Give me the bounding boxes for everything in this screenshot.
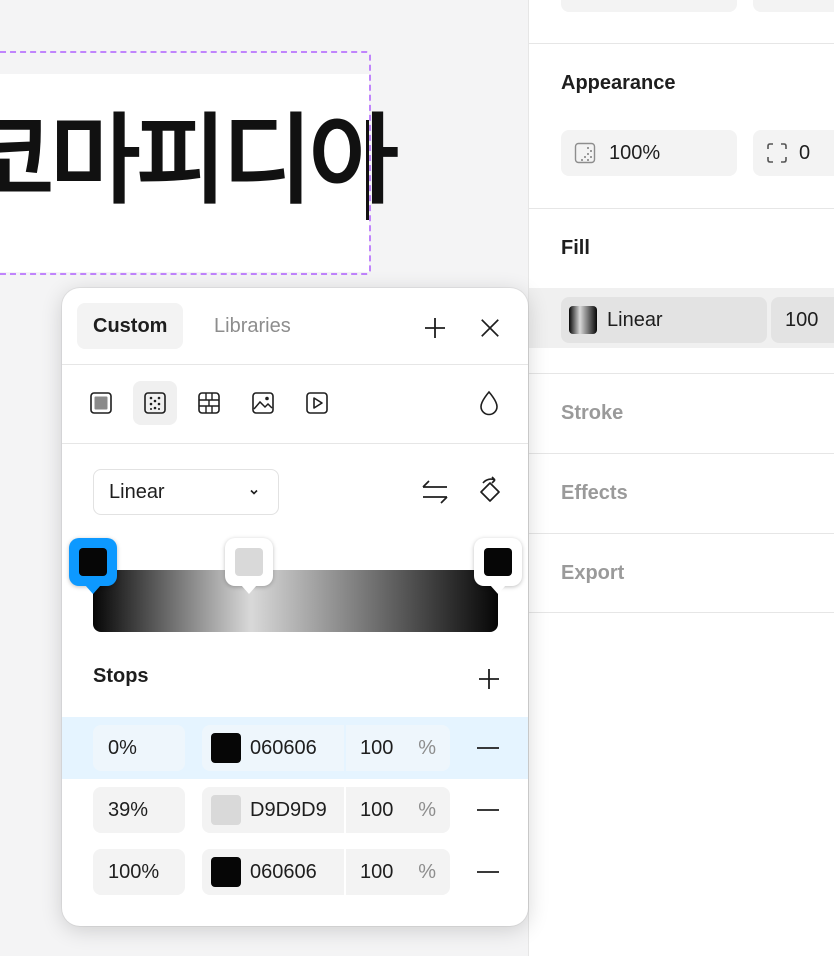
stop-handle-swatch	[484, 548, 512, 576]
effects-title[interactable]: Effects	[561, 482, 628, 505]
gradient-paint-icon	[144, 392, 166, 414]
stop-row[interactable]: 100% 060606 100 %	[62, 841, 528, 903]
add-stop-button[interactable]	[475, 665, 503, 693]
video-paint-icon	[306, 392, 328, 414]
corner-radius-field[interactable]: 0	[753, 130, 834, 176]
fill-gradient-swatch[interactable]	[569, 306, 597, 334]
gradient-preview-bar[interactable]	[93, 570, 498, 632]
fill-opacity-field[interactable]: 100	[771, 297, 834, 343]
close-popover-button[interactable]	[475, 313, 505, 343]
gradient-type-select[interactable]: Linear	[93, 469, 279, 515]
section-divider	[529, 208, 834, 209]
corner-radius-value: 0	[799, 141, 811, 164]
flip-gradient-button[interactable]	[417, 474, 453, 510]
add-style-button[interactable]	[420, 313, 450, 343]
fill-color-popover: Custom Libraries Linear Stops 0% 060606 …	[62, 288, 528, 926]
minus-icon[interactable]	[476, 737, 500, 759]
chevron-down-icon	[250, 489, 258, 495]
opacity-value: 100%	[609, 141, 661, 164]
stop-color-swatch[interactable]	[211, 795, 241, 825]
stop-hex-value: D9D9D9	[250, 798, 327, 821]
eyedropper-button[interactable]	[467, 381, 511, 425]
stop-color-field[interactable]: D9D9D9	[202, 787, 344, 833]
fill-opacity-value: 100	[785, 308, 819, 331]
opacity-field[interactable]: 100%	[561, 130, 737, 176]
stops-title: Stops	[93, 665, 149, 687]
percent-unit: %	[418, 860, 436, 883]
percent-unit: %	[418, 798, 436, 821]
stop-opacity-value: 100	[360, 860, 394, 883]
plus-icon	[479, 669, 499, 689]
canvas-text-layer[interactable]: 코마피디아	[0, 96, 399, 226]
paint-type-gradient[interactable]	[133, 381, 177, 425]
stop-color-swatch[interactable]	[211, 857, 241, 887]
plus-icon	[425, 318, 445, 338]
section-divider	[529, 453, 834, 454]
stop-hex-value: 060606	[250, 736, 317, 759]
percent-unit: %	[418, 736, 436, 759]
stop-row[interactable]: 39% D9D9D9 100 %	[62, 779, 528, 841]
rotate-gradient-button[interactable]	[472, 472, 508, 512]
opacity-icon	[574, 142, 596, 164]
swap-arrows-icon	[422, 480, 448, 504]
minus-icon[interactable]	[476, 799, 500, 821]
gradient-stop-handle-39[interactable]	[225, 538, 273, 594]
paint-type-solid[interactable]	[79, 381, 123, 425]
stop-position-field[interactable]: 0%	[93, 725, 185, 771]
corner-radius-icon	[767, 143, 787, 163]
stop-handle-swatch	[235, 548, 263, 576]
tab-libraries[interactable]: Libraries	[198, 303, 307, 349]
section-divider	[529, 533, 834, 534]
stop-handle-swatch	[79, 548, 107, 576]
popover-divider	[62, 364, 528, 365]
stop-position-field[interactable]: 100%	[93, 849, 185, 895]
paint-type-image[interactable]	[241, 381, 285, 425]
properties-panel: Appearance 100% 0 Fill Linear 100 Stroke…	[528, 0, 834, 956]
stop-opacity-field[interactable]: 100 %	[346, 849, 450, 895]
stop-opacity-value: 100	[360, 798, 394, 821]
stop-color-swatch[interactable]	[211, 733, 241, 763]
section-divider	[529, 373, 834, 374]
gradient-stop-handle-0[interactable]	[69, 538, 117, 594]
pattern-paint-icon	[198, 392, 220, 414]
close-icon	[481, 319, 499, 337]
solid-paint-icon	[90, 392, 112, 414]
rotate-icon	[480, 476, 500, 502]
fill-type-label: Linear	[607, 308, 663, 331]
stop-opacity-field[interactable]: 100 %	[346, 725, 450, 771]
text-caret	[366, 120, 369, 220]
tab-custom[interactable]: Custom	[77, 303, 184, 349]
export-title[interactable]: Export	[561, 562, 624, 585]
stop-position-field[interactable]: 39%	[93, 787, 185, 833]
gradient-type-value: Linear	[109, 480, 165, 503]
stop-hex-value: 060606	[250, 860, 317, 883]
section-divider	[529, 43, 834, 44]
image-paint-icon	[252, 392, 274, 414]
gradient-stop-handle-100[interactable]	[474, 538, 522, 594]
top-field-left[interactable]	[561, 0, 737, 12]
stop-row[interactable]: 0% 060606 100 %	[62, 717, 528, 779]
popover-divider	[62, 443, 528, 444]
stop-color-field[interactable]: 060606	[202, 849, 344, 895]
top-field-right[interactable]	[753, 0, 834, 12]
section-divider	[529, 612, 834, 613]
appearance-title: Appearance	[561, 72, 676, 94]
paint-type-video[interactable]	[295, 381, 339, 425]
stop-opacity-field[interactable]: 100 %	[346, 787, 450, 833]
paint-type-pattern[interactable]	[187, 381, 231, 425]
stop-color-field[interactable]: 060606	[202, 725, 344, 771]
minus-icon[interactable]	[476, 861, 500, 883]
stroke-title[interactable]: Stroke	[561, 402, 623, 425]
stop-opacity-value: 100	[360, 736, 394, 759]
fill-title: Fill	[561, 237, 590, 259]
drop-icon	[480, 390, 498, 416]
